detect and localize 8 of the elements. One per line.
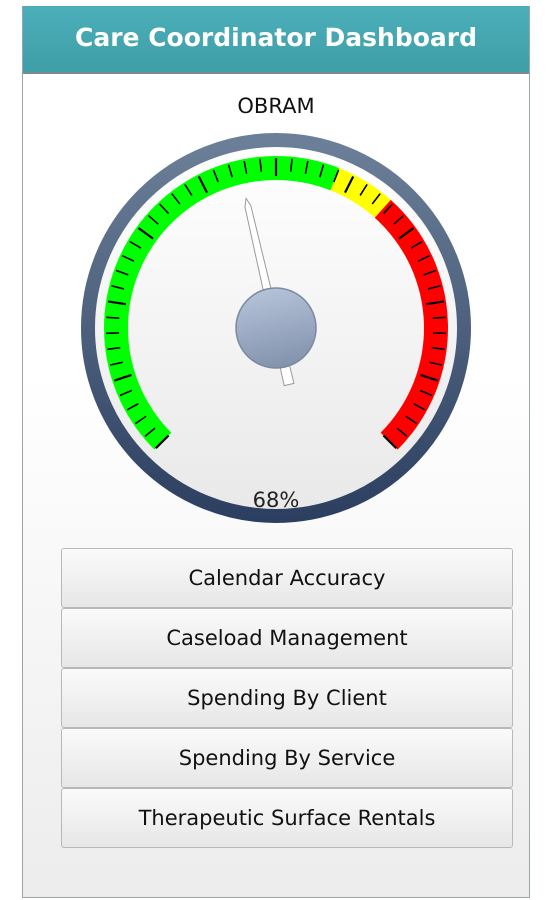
report-button[interactable]: Calendar Accuracy xyxy=(61,548,513,608)
gauge-title: OBRAM xyxy=(236,94,316,118)
gauge-reading: 68% xyxy=(252,488,300,512)
report-button[interactable]: Therapeutic Surface Rentals xyxy=(61,788,513,848)
report-button[interactable]: Caseload Management xyxy=(61,608,513,668)
report-button[interactable]: Spending By Client xyxy=(61,668,513,728)
dashboard-title: Care Coordinator Dashboard xyxy=(23,6,529,74)
report-button[interactable]: Spending By Service xyxy=(61,728,513,788)
